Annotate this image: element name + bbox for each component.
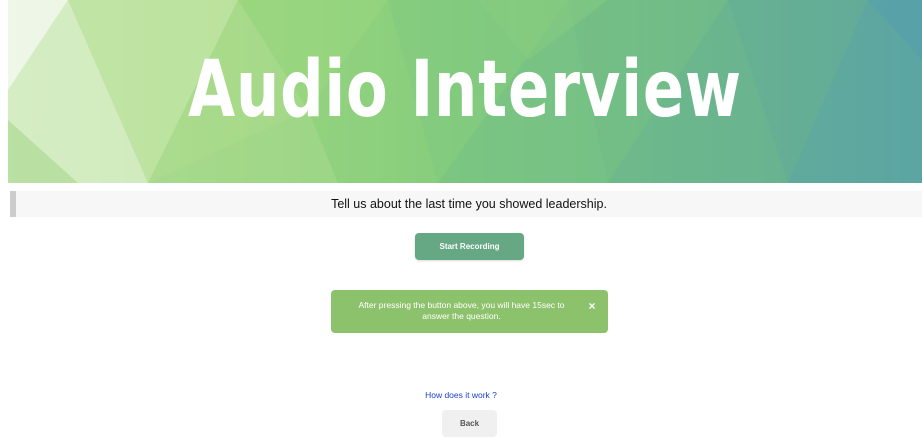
help-link-container: How does it work ?	[0, 389, 922, 401]
start-recording-button[interactable]: Start Recording	[415, 233, 524, 260]
alert-message: After pressing the button above, you wil…	[358, 300, 565, 321]
question-text: Tell us about the last time you showed l…	[331, 197, 607, 211]
info-alert: After pressing the button above, you wil…	[331, 290, 608, 333]
how-does-it-work-link[interactable]: How does it work ?	[425, 390, 497, 400]
close-icon[interactable]: ×	[585, 299, 599, 313]
header-banner: Audio Interview	[8, 0, 922, 183]
audio-interview-page: Audio Interview Tell us about the last t…	[0, 0, 922, 439]
question-bar: Tell us about the last time you showed l…	[10, 191, 922, 217]
back-button[interactable]: Back	[442, 410, 497, 437]
page-title: Audio Interview	[188, 45, 742, 135]
